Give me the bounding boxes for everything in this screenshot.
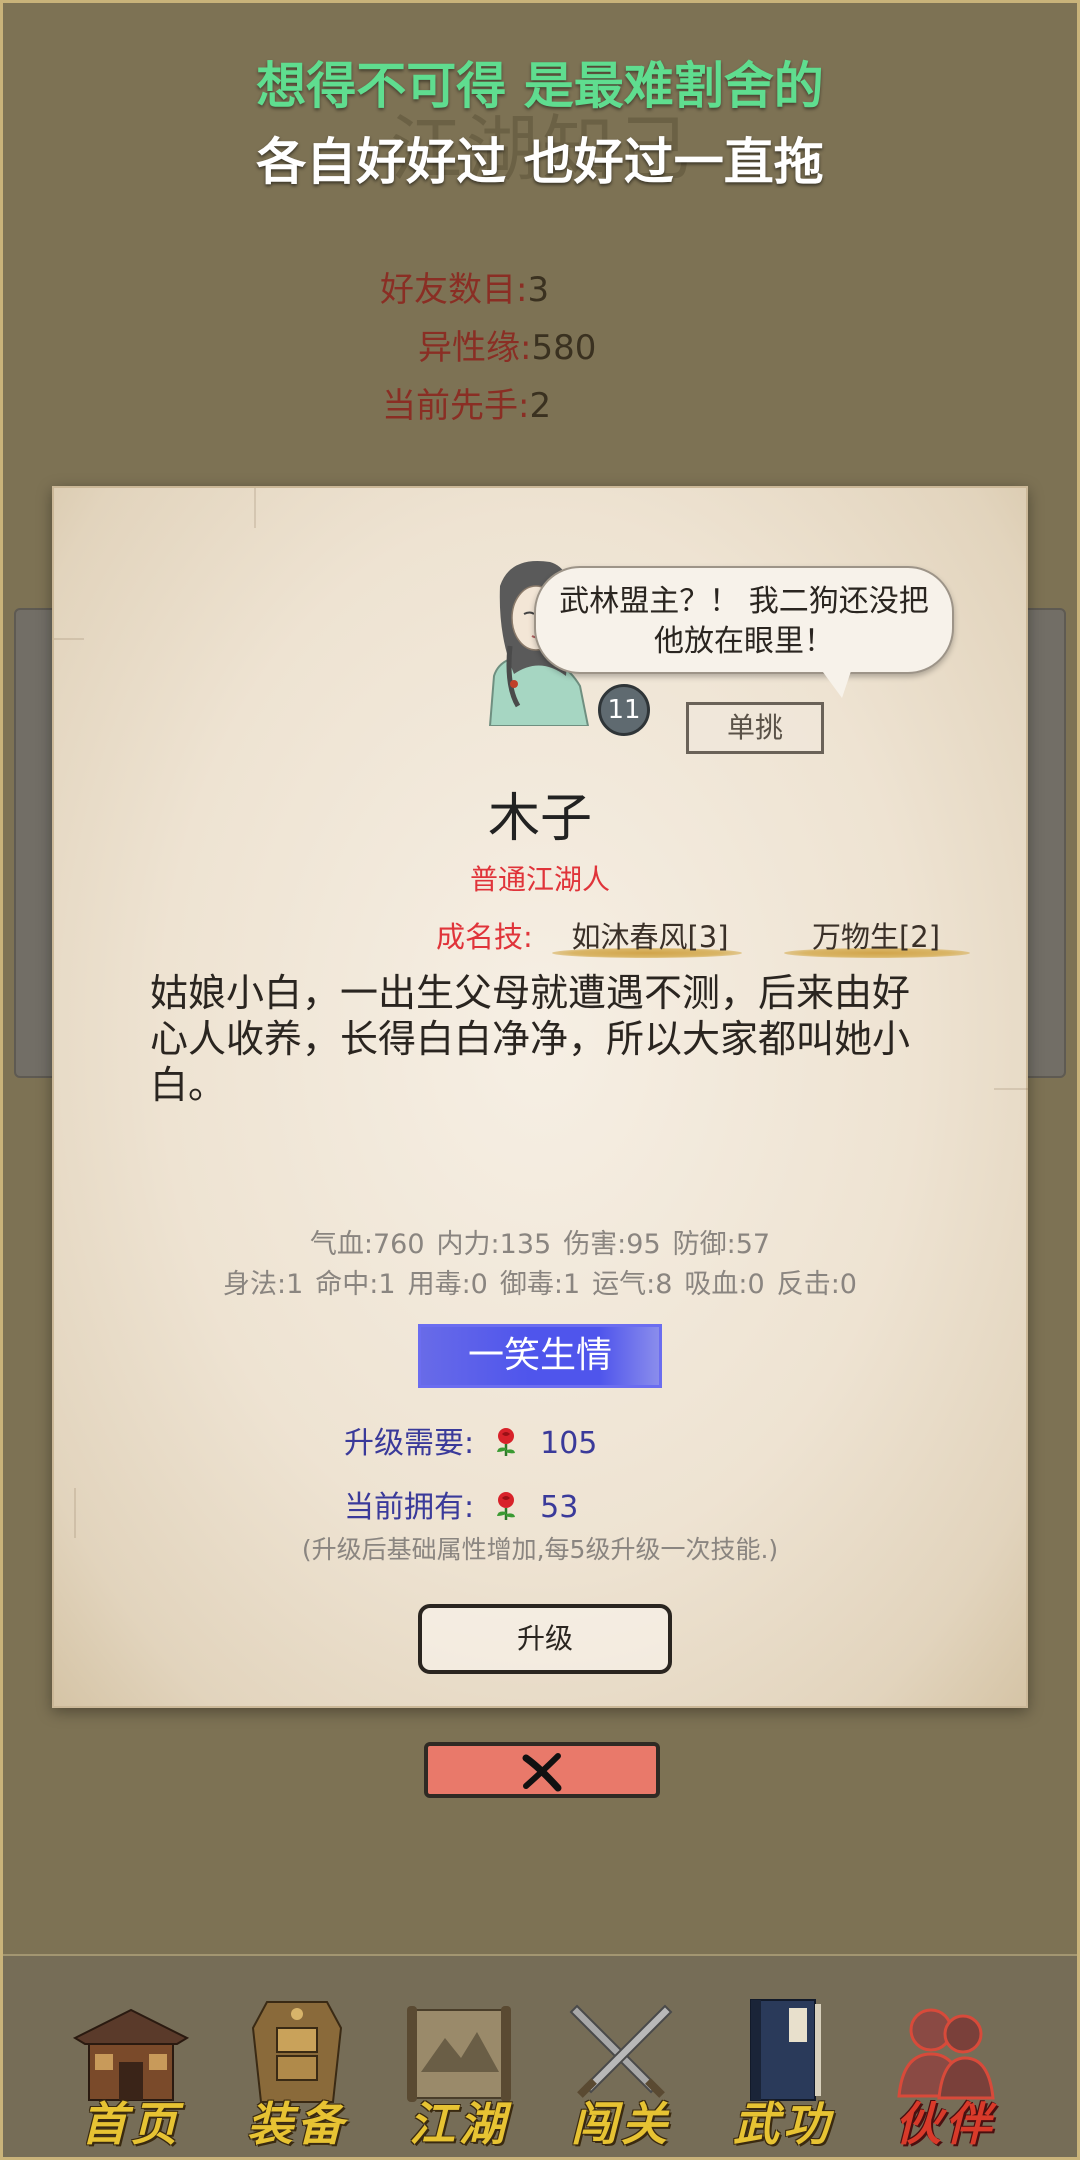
paper-crack	[54, 638, 84, 640]
nav-label: 首页	[81, 2097, 181, 2151]
attr-agility: 身法:1	[223, 1269, 304, 1300]
friend-count-stat: 好友数目:3	[380, 262, 549, 311]
primary-attributes: 气血:760 内力:135 伤害:95 防御:57	[0, 1222, 1080, 1261]
upgrade-requirement: 升级需要: 105	[344, 1418, 597, 1464]
close-button[interactable]	[424, 1742, 660, 1798]
paper-crack	[254, 488, 256, 528]
stat-value: 580	[531, 328, 597, 368]
companion-level-badge: 11	[598, 684, 650, 736]
companion-name: 木子	[487, 789, 592, 849]
attr-accuracy: 命中:1	[315, 1269, 396, 1300]
upgrade-need-label: 升级需要:	[344, 1426, 475, 1461]
close-icon	[522, 1753, 562, 1792]
companion-rank: 普通江湖人	[469, 863, 610, 896]
upgrade-note: (升级后基础属性增加,每5级升级一次技能.)	[301, 1535, 779, 1564]
attr-luck: 运气:8	[592, 1269, 673, 1300]
paper-crack	[994, 1088, 1030, 1090]
nav-equipment[interactable]: 装备	[222, 1992, 372, 2151]
initiative-stat: 当前先手:2	[382, 378, 551, 427]
nav-label: 闯关	[571, 2097, 671, 2151]
stat-value: 3	[527, 270, 550, 310]
nav-martial-arts[interactable]: 武功	[708, 1992, 858, 2151]
charm-stat: 异性缘:580	[418, 320, 596, 369]
attr-lifesteal: 吸血:0	[684, 1269, 765, 1300]
nav-label: 江湖	[409, 2097, 509, 2151]
secondary-attributes: 身法:1 命中:1 用毒:0 御毒:1 运气:8 吸血:0 反击:0	[0, 1262, 1080, 1301]
stat-label: 异性缘:	[418, 328, 532, 368]
attr-mp: 内力:135	[436, 1229, 552, 1260]
stat-label: 好友数目:	[380, 270, 528, 310]
lyric-line-2: 各自好好过 也好过一直拖	[256, 133, 824, 191]
attr-hp: 气血:760	[309, 1229, 425, 1260]
bottom-navigation: 首页 装备 江湖 闯关 武功 伙伴	[0, 1954, 1080, 2160]
nav-home[interactable]: 首页	[56, 1992, 206, 2151]
duel-button[interactable]: 单挑	[686, 702, 824, 754]
owned-label: 当前拥有:	[344, 1490, 475, 1525]
stat-value: 2	[529, 386, 552, 426]
nav-companions[interactable]: 伙伴	[870, 1992, 1020, 2151]
upgrade-button[interactable]: 升级	[418, 1604, 672, 1674]
active-skill-button[interactable]: 一笑生情	[418, 1324, 662, 1388]
upgrade-need-value: 105	[540, 1426, 598, 1461]
nav-challenge[interactable]: 闯关	[546, 1992, 696, 2151]
speech-bubble: 武林盟主？！ 我二狗还没把他放在眼里！	[534, 566, 954, 674]
nav-label: 伙伴	[895, 2097, 995, 2151]
rose-icon	[492, 1490, 520, 1528]
attr-poison: 用毒:0	[407, 1269, 488, 1300]
attr-counter: 反击:0	[776, 1269, 857, 1300]
owned-amount: 当前拥有: 53	[344, 1482, 578, 1528]
owned-value: 53	[540, 1490, 579, 1525]
nav-label: 武功	[733, 2097, 833, 2151]
attr-defense: 防御:57	[672, 1229, 771, 1260]
stat-label: 当前先手:	[382, 386, 530, 426]
speech-bubble-tail	[820, 668, 852, 698]
rose-icon	[492, 1426, 520, 1464]
nav-label: 装备	[247, 2097, 347, 2151]
signature-skill-label: 成名技:	[436, 920, 533, 954]
signature-skill-2[interactable]: 万物生[2]	[786, 914, 966, 956]
lyric-line-1: 想得不可得 是最难割舍的	[256, 57, 824, 115]
attr-poison-resist: 御毒:1	[499, 1269, 581, 1300]
attr-damage: 伤害:95	[563, 1229, 661, 1260]
nav-jianghu[interactable]: 江湖	[384, 1992, 534, 2151]
signature-skill-1[interactable]: 如沐春风[3]	[560, 914, 740, 956]
companion-description: 姑娘小白，一出生父母就遭遇不测，后来由好心人收养，长得白白净净，所以大家都叫她小…	[150, 971, 911, 1107]
